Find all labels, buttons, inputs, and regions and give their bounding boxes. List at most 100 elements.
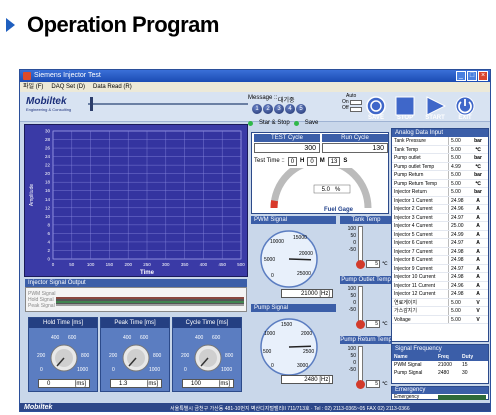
x-tick-label: 500	[237, 262, 245, 267]
tank-scale-100: 100	[347, 226, 356, 232]
tank-temp-scale: 100 50 0 -50	[342, 226, 356, 254]
amplitude-chart-panel: 0 50 100 150 200 250 300 350 400 450 500 0 2 4 6 8 10 12 1…	[24, 124, 248, 277]
position-slider-handle[interactable]	[90, 97, 93, 111]
analog-name: Injector 12 Current	[394, 291, 436, 297]
minimize-button[interactable]: _	[456, 71, 466, 81]
menu-data-read[interactable]: Data Read (R)	[93, 82, 132, 92]
pump-outlet-temp-bulb	[356, 320, 365, 329]
save-button[interactable]: SAVE	[361, 115, 391, 121]
analog-name: Pump outlet Temp	[394, 163, 435, 170]
start-icon[interactable]	[424, 96, 446, 116]
signal-frequency-title: Signal Frequency	[392, 345, 488, 353]
pwm-tick-5000: 5000	[264, 257, 275, 263]
menu-file[interactable]: 파일 (F)	[23, 82, 43, 92]
x-tick-label: 150	[106, 262, 114, 267]
analog-row: Injector 2 Current 24.96 A	[392, 205, 488, 214]
cycle-time-title: Cycle Time [ms]	[173, 318, 241, 328]
return-scale-50: 50	[350, 353, 356, 359]
amplitude-chart: 0 50 100 150 200 250 300 350 400 450 5000246810121…	[29, 129, 245, 277]
analog-name: Injector 7 Current	[394, 248, 433, 255]
freq-row-freq: 2480	[438, 370, 450, 376]
hold-scale-800: 800	[81, 353, 90, 359]
mode-on-toggle[interactable]	[350, 100, 362, 105]
y-tick-label: 18	[45, 180, 51, 185]
analog-value: 24.99	[448, 230, 468, 238]
tank-scale-0: 0	[353, 240, 356, 246]
analog-value: 5.00	[448, 145, 468, 153]
exit-icon[interactable]	[454, 96, 476, 116]
test-time-hours: 0	[287, 156, 298, 166]
peak-time-value-box[interactable]: 1.3 [ms]	[110, 379, 162, 388]
tank-temp-bulb	[356, 260, 365, 269]
message-label: Message ::	[248, 95, 278, 101]
peak-scale-600: 600	[140, 335, 149, 341]
pump-signal-panel: Pump Signal 0 500 1000 1500 2000 2500 30…	[251, 304, 336, 396]
analog-unit: A	[476, 231, 480, 238]
pwm-signal-title: PWM Signal	[251, 216, 336, 224]
analog-row: Injector 1 Current 24.98 A	[392, 196, 488, 205]
save-icon[interactable]	[365, 96, 387, 116]
footer-address: 서울특별시 금천구 가산동 481-10번지 벽산디지털밸리II 711/713…	[170, 406, 410, 412]
pwm-tick-15000: 15000	[293, 235, 307, 241]
analog-row: Injector 3 Current 24.97 A	[392, 213, 488, 222]
analog-row: Injector 11 Current 24.96 A	[392, 281, 488, 290]
hold-time-knob[interactable]: 0 200 400 600 800 1000	[35, 331, 93, 377]
save-status-label: Save	[304, 120, 319, 126]
analog-row: 연료게이지 5.00 V	[392, 298, 488, 307]
pump-outlet-temp-scale: 100 50 0 -50	[342, 286, 356, 314]
pwm-gauge: 0 5000 10000 15000 20000 25000	[260, 230, 318, 288]
step-button-1[interactable]: 1	[252, 104, 262, 114]
cycle-time-knob[interactable]: 0 200 400 600 800 1000	[179, 331, 237, 377]
x-tick-label: 450	[218, 262, 226, 267]
step-button-4[interactable]: 4	[285, 104, 295, 114]
test-cycle-input[interactable]: 300	[254, 143, 320, 153]
hours-unit: H	[300, 158, 305, 164]
analog-unit: A	[476, 197, 480, 204]
pwm-unit: [Hz]	[319, 291, 330, 297]
stop-icon[interactable]	[394, 96, 416, 116]
maximize-button[interactable]: □	[467, 71, 477, 81]
pump-return-temp-unit: ℃	[382, 381, 388, 387]
hold-time-value-box[interactable]: 0 [ms]	[38, 379, 90, 388]
pump-return-temp-panel: Pump Return Temp 100 50 0 -50 5 ℃	[340, 336, 392, 396]
tank-temp-title: Tank Temp	[340, 216, 392, 224]
step-button-5[interactable]: 5	[296, 104, 306, 114]
analog-name: Pump Return Temp	[394, 180, 437, 187]
mode-off-toggle[interactable]	[350, 107, 362, 112]
analog-row: Pump outlet Temp 4.99 ℃	[392, 162, 488, 171]
stop-button[interactable]: STOP	[390, 115, 420, 121]
run-cycle-label: Run Cycle	[322, 134, 388, 142]
step-button-3[interactable]: 3	[274, 104, 284, 114]
x-tick-label: 0	[52, 262, 55, 267]
analog-value: 25.00	[448, 222, 468, 230]
cycle-time-value-box[interactable]: 100 [ms]	[182, 379, 234, 388]
analog-unit: ℃	[475, 163, 481, 170]
x-axis-label: Time	[140, 270, 155, 276]
emergency-panel: Emergency Emergency	[391, 386, 489, 400]
peak-time-knob[interactable]: 0 200 400 600 800 1000	[107, 331, 165, 377]
analog-name: Injector 5 Current	[394, 231, 433, 238]
position-slider-track	[88, 103, 248, 105]
close-button[interactable]: ×	[478, 71, 488, 81]
step-button-2[interactable]: 2	[263, 104, 273, 114]
peak-scale-200: 200	[109, 353, 118, 359]
start-button[interactable]: START	[420, 115, 450, 121]
run-cycle-value: 130	[322, 143, 388, 153]
pump-outlet-temp-tube	[358, 286, 363, 322]
y-tick-label: 14	[45, 197, 51, 202]
test-time-seconds: 13	[327, 156, 341, 166]
analog-unit: A	[476, 274, 480, 280]
x-tick-label: 50	[69, 262, 75, 267]
pump-outlet-temp-value: 5	[366, 320, 380, 328]
analog-name: Pump Return	[394, 172, 424, 178]
footer: Mobiltek 서울특별시 금천구 가산동 481-10번지 벽산디지털밸리I…	[20, 403, 490, 412]
signal-frequency-row: Pump Signal 2480 30	[392, 369, 488, 377]
footer-logo: Mobiltek	[24, 404, 53, 411]
y-tick-label: 0	[47, 257, 50, 262]
analog-unit: A	[476, 291, 480, 297]
hold-scale-200: 200	[37, 353, 46, 359]
menu-daq-set[interactable]: DAQ Set (D)	[51, 82, 85, 92]
seconds-unit: S	[343, 158, 348, 164]
analog-row: Injector 12 Current 24.98 A	[392, 290, 488, 299]
exit-button[interactable]: EXIT	[450, 115, 480, 121]
